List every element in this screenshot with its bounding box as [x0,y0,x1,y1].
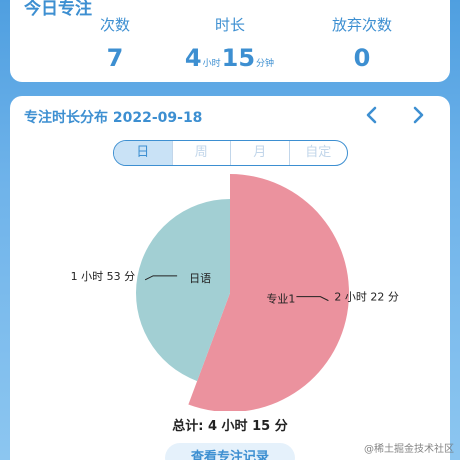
pie-label-value-1: 1 小时 53 分 [71,270,136,283]
abandon-label: 放弃次数 [331,16,392,34]
duration-minutes: 15 [221,44,256,72]
duration-label: 时长 [214,16,245,34]
abandon-value: 0 [353,44,371,72]
view-records-button[interactable]: 查看专注记录 [165,443,295,460]
duration-value: 4小时15分钟 [170,45,290,77]
abandon-stat: 放弃次数 0 [302,14,422,71]
pie-label-name-0: 专业1 [266,292,295,306]
duration-minutes-unit: 分钟 [256,59,275,69]
pie-label-value-0: 2 小时 22 分 [334,291,399,304]
today-focus-card: 今日专注 次数 7 时长 4小时15分钟 放弃次数 0 [10,0,450,82]
duration-hours-unit: 小时 [202,59,221,69]
duration-hours: 4 [184,44,202,72]
focus-pie-chart: 专业1 2 小时 22 分 日语 1 小时 53 分 [71,174,399,411]
total-duration: 总计: 4 小时 15 分 [172,419,288,434]
count-stat: 次数 7 [55,14,175,71]
watermark: @稀土掘金技术社区 [364,444,454,455]
distribution-card: 专注时长分布 2022-09-18 日 周 月 自定 专业1 2 小时 22 分日… [10,96,450,460]
pie-label-name-1: 日语 [189,272,211,285]
duration-stat: 时长 4小时15分钟 [170,14,290,77]
count-value: 7 [106,44,124,72]
count-label: 次数 [99,16,130,34]
